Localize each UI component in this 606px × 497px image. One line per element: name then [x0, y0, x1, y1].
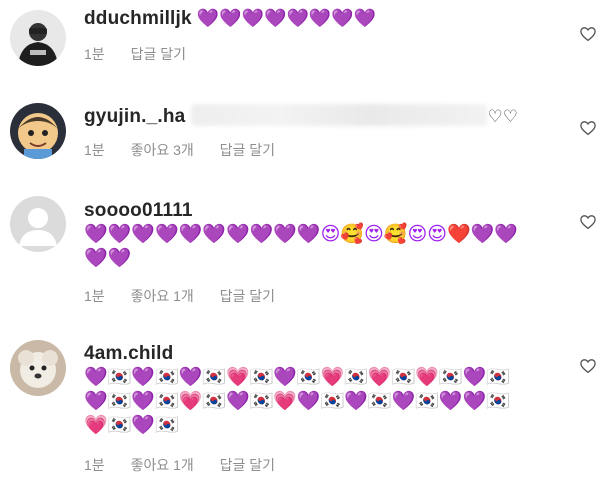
comment-meta: 1분 좋아요 1개 답글 달기	[84, 455, 297, 475]
heart-outline-icon[interactable]	[579, 119, 597, 137]
comment-text: 4am.child	[84, 341, 510, 366]
comment-meta: 1분 답글 달기	[84, 44, 208, 64]
username[interactable]: soooo01111	[84, 200, 193, 221]
comment-text: dduchmilljk 💜💜💜💜💜💜💜💜	[84, 6, 376, 31]
avatar[interactable]	[10, 340, 66, 396]
comment-emojis: 💜💜	[84, 248, 132, 269]
likes-count[interactable]: 좋아요 1개	[131, 457, 194, 473]
blurred-text	[191, 104, 488, 126]
comment-emojis: 💜🇰🇷💜🇰🇷💜🇰🇷💗🇰🇷💜🇰🇷💗🇰🇷💗🇰🇷💗🇰🇷💜🇰🇷	[84, 367, 510, 388]
reply-button[interactable]: 답글 달기	[131, 46, 186, 62]
heart-outline-icon[interactable]	[579, 357, 597, 375]
comment-emojis: 💜💜💜💜💜💜💜💜💜💜😍🥰😍🥰😍😍❤️💜💜	[84, 224, 519, 245]
comment-emojis: 💜💜💜💜💜💜💜💜	[196, 8, 377, 28]
reply-button[interactable]: 답글 달기	[220, 457, 275, 473]
username[interactable]: gyujin._.ha	[84, 106, 185, 127]
avatar[interactable]	[10, 196, 66, 252]
timestamp: 1분	[84, 457, 105, 473]
heart-outline-icon[interactable]	[579, 25, 597, 43]
timestamp: 1분	[84, 288, 105, 304]
comment-emojis: 💗🇰🇷💜🇰🇷	[84, 415, 179, 436]
comment-text: soooo01111	[84, 198, 518, 223]
likes-count[interactable]: 좋아요 3개	[131, 142, 194, 158]
avatar[interactable]	[10, 103, 66, 159]
avatar[interactable]	[10, 10, 66, 66]
comment-meta: 1분 좋아요 3개 답글 달기	[84, 140, 297, 160]
comment-meta: 1분 좋아요 1개 답글 달기	[84, 286, 297, 306]
comment-text: gyujin._.ha ♡♡	[84, 104, 518, 129]
comment-emojis: ♡♡	[487, 107, 518, 126]
reply-button[interactable]: 답글 달기	[220, 288, 275, 304]
timestamp: 1분	[84, 46, 105, 62]
heart-outline-icon[interactable]	[579, 213, 597, 231]
comment-emojis: 💜🇰🇷💜🇰🇷💗🇰🇷💜🇰🇷💗💜🇰🇷💜🇰🇷💜🇰🇷💜💜🇰🇷	[84, 391, 510, 412]
username[interactable]: 4am.child	[84, 343, 173, 364]
timestamp: 1분	[84, 142, 105, 158]
reply-button[interactable]: 답글 달기	[220, 142, 275, 158]
username[interactable]: dduchmilljk	[84, 8, 192, 29]
likes-count[interactable]: 좋아요 1개	[131, 288, 194, 304]
